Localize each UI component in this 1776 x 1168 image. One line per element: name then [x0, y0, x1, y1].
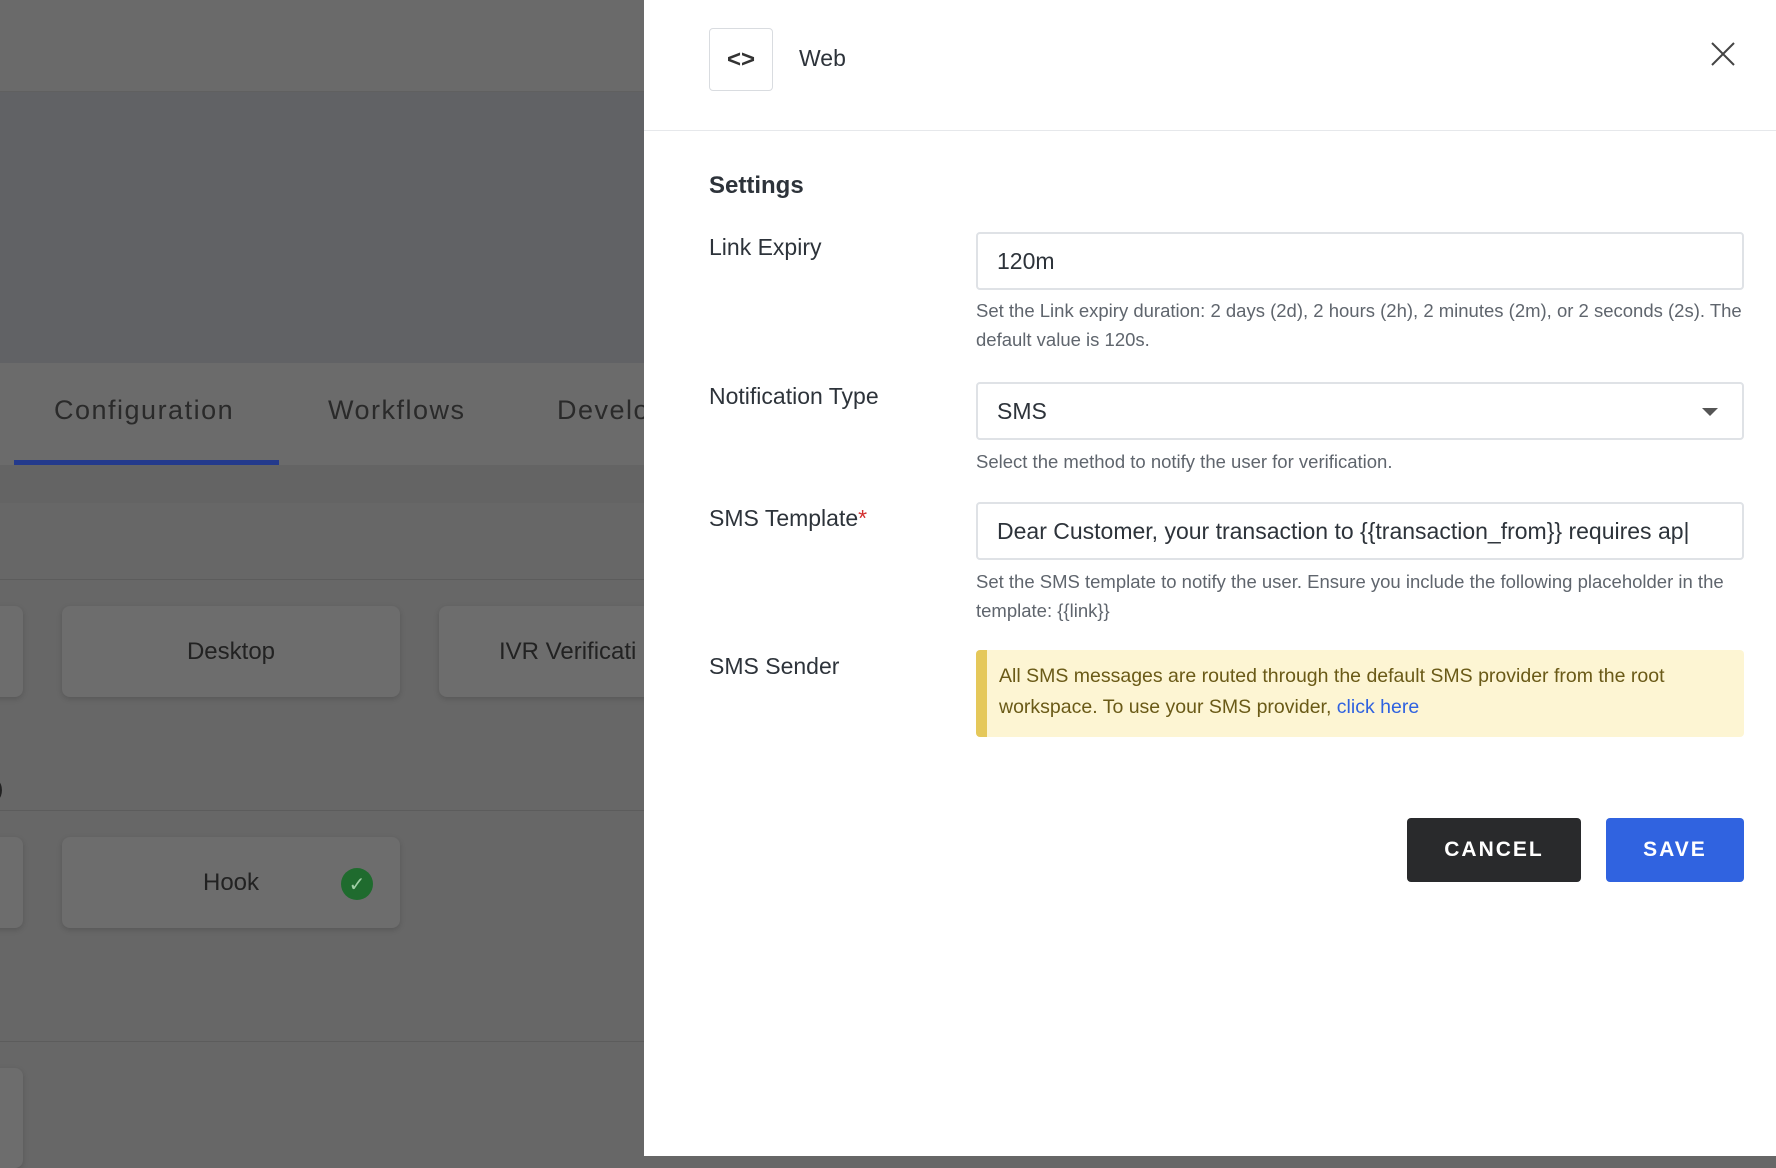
notification-type-label: Notification Type [709, 383, 879, 409]
required-mark: * [858, 505, 868, 531]
input-value: Dear Customer, your transaction to {{tra… [997, 517, 1690, 544]
alert-text: All SMS messages are routed through the … [999, 665, 1665, 718]
card-label: Hook [202, 868, 260, 896]
link-expiry-help: Set the Link expiry duration: 2 days (2d… [976, 300, 1742, 350]
panel-header: <> Web [644, 0, 1776, 131]
card-desktop[interactable]: Desktop [62, 606, 400, 697]
input-value: 120m [997, 247, 1055, 274]
sms-template-input[interactable]: Dear Customer, your transaction to {{tra… [976, 502, 1744, 560]
partial-card[interactable] [0, 606, 23, 697]
sms-template-help: Set the SMS template to notify the user.… [976, 571, 1724, 621]
code-icon: <> [709, 28, 773, 91]
card-hook[interactable]: Hook ✓ [62, 837, 400, 928]
sms-sender-label: SMS Sender [709, 653, 840, 679]
cancel-button[interactable]: CANCEL [1407, 818, 1581, 882]
card-label: IVR Verificati [499, 637, 637, 665]
tab-configuration[interactable]: Configuration [54, 395, 234, 426]
close-icon[interactable] [1709, 40, 1737, 68]
section-title: Settings [709, 172, 804, 199]
partial-card[interactable] [0, 1068, 23, 1168]
click-here-link[interactable]: click here [1337, 696, 1419, 718]
tab-workflows[interactable]: Workflows [328, 395, 466, 426]
tab-developer[interactable]: Develo [557, 395, 650, 426]
partial-text: ) [0, 776, 3, 802]
sms-sender-alert: All SMS messages are routed through the … [976, 650, 1744, 737]
background-band [0, 465, 644, 503]
link-expiry-label: Link Expiry [709, 234, 822, 260]
card-label: Desktop [186, 637, 276, 665]
background-hero [0, 92, 644, 363]
notification-type-help: Select the method to notify the user for… [976, 451, 1393, 472]
check-circle-icon: ✓ [341, 868, 373, 900]
panel-title: Web [799, 45, 846, 71]
select-value: SMS [997, 397, 1047, 424]
save-button[interactable]: SAVE [1606, 818, 1744, 882]
side-panel: <> Web Settings Link Expiry 120m Set the… [644, 0, 1776, 1156]
sms-template-label: SMS Template* [709, 505, 867, 532]
link-expiry-input[interactable]: 120m [976, 232, 1744, 290]
divider [0, 810, 644, 811]
notification-type-select[interactable]: SMS [976, 382, 1744, 440]
chevron-down-icon [1702, 408, 1718, 416]
divider [0, 579, 644, 580]
label-text: SMS Template [709, 505, 859, 531]
divider [0, 1041, 644, 1042]
background-topbar [0, 0, 644, 92]
partial-card[interactable] [0, 837, 23, 928]
